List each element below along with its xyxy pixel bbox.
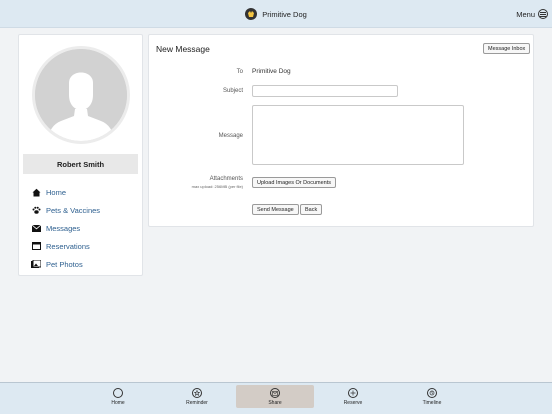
send-message-button[interactable]: Send Message [252,204,299,215]
new-message-panel: New Message Message Inbox To Primitive D… [148,34,534,227]
message-inbox-button[interactable]: Message Inbox [483,43,531,54]
tab-label: Home [111,400,125,406]
sidebar-item-pet-photos[interactable]: Pet Photos [31,255,139,273]
tab-label: Share [268,400,282,406]
subject-label: Subject [222,88,243,94]
to-value: Primitive Dog [252,68,291,75]
tab-share[interactable]: Share [236,385,314,408]
dog-logo-icon [245,8,258,20]
sidebar-item-home[interactable]: Home [31,183,139,201]
profile-sidebar: Robert Smith Home Pets & Vaccines Messag… [18,34,143,276]
avatar-silhouette-icon [35,49,127,141]
sidebar-item-messages[interactable]: Messages [31,219,139,237]
message-textarea[interactable] [252,105,464,165]
page-title: New Message [156,44,210,54]
message-label: Message [218,133,243,139]
reminder-icon [192,388,202,398]
envelope-icon [31,223,41,233]
tab-reminder[interactable]: Reminder [158,385,236,408]
avatar [32,46,130,144]
calendar-icon [31,241,41,251]
sidebar-item-label: Home [46,187,67,197]
home-icon [31,187,41,197]
tab-home[interactable]: Home [79,385,157,408]
tab-timeline[interactable]: Timeline [393,385,471,408]
sidebar-item-label: Pets & Vaccines [46,205,101,215]
sidebar-item-pets-vaccines[interactable]: Pets & Vaccines [31,201,139,219]
subject-input[interactable] [252,85,398,97]
brand: Primitive Dog [0,0,552,28]
tab-label: Timeline [422,400,442,406]
attachments-hint: max upload: 256MB (per file) [191,184,243,189]
bottom-tab-bar: Home Reminder Share Reserve Timeline [0,382,552,414]
upload-button[interactable]: Upload Images Or Documents [252,177,336,188]
timeline-icon [427,388,437,398]
top-bar: Primitive Dog Menu [0,0,552,28]
to-label: To [236,69,243,75]
paw-icon [31,205,41,215]
menu-circle-icon [538,9,548,19]
tab-label: Reminder [186,400,208,406]
share-icon [270,388,280,398]
sidebar-nav: Home Pets & Vaccines Messages Reservatio… [31,183,139,273]
sidebar-item-label: Pet Photos [46,259,83,269]
sidebar-item-label: Messages [46,223,81,233]
back-button[interactable]: Back [300,204,323,215]
home-circle-icon [113,388,123,398]
tab-label: Reserve [343,400,363,406]
attachments-label: Attachments [209,176,243,182]
plus-icon [348,388,358,398]
app-title: Primitive Dog [262,9,307,19]
menu-button[interactable]: Menu [516,8,548,20]
photo-icon [31,259,41,269]
sidebar-item-label: Reservations [46,241,90,251]
tab-reserve[interactable]: Reserve [314,385,392,408]
sidebar-item-reservations[interactable]: Reservations [31,237,139,255]
profile-name: Robert Smith [23,154,138,174]
menu-label: Menu [516,9,535,19]
